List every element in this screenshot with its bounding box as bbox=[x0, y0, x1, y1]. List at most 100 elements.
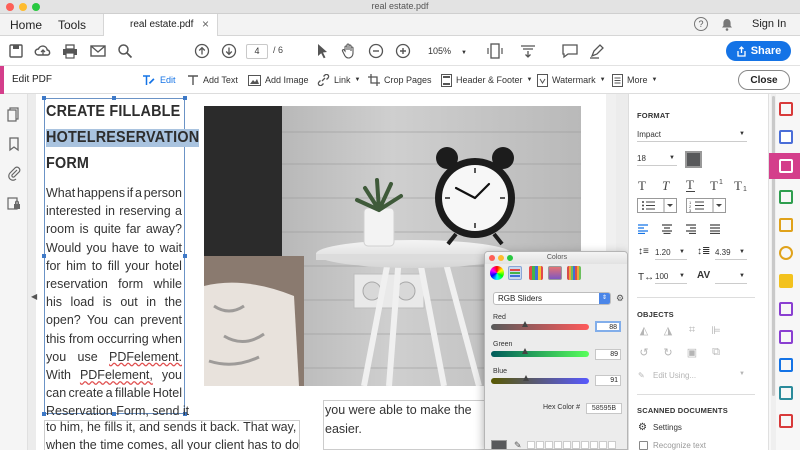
body-line[interactable]: this from occurring when bbox=[46, 332, 182, 346]
body-line[interactable]: his load is out in the bbox=[46, 295, 182, 309]
settings-link[interactable]: Settings bbox=[653, 423, 682, 432]
rotate-right-icon[interactable]: ↻ bbox=[661, 346, 675, 359]
sign-in-link[interactable]: Sign In bbox=[752, 18, 786, 30]
arrange-objects-icon[interactable]: ⧉ bbox=[709, 346, 723, 359]
select-cursor-icon[interactable] bbox=[312, 41, 332, 61]
resize-handle-r[interactable] bbox=[183, 254, 187, 258]
upload-cloud-icon[interactable] bbox=[33, 41, 53, 61]
bullet-list-dropdown[interactable] bbox=[637, 198, 677, 213]
paragraph-spacing-dropdown[interactable]: 4.39 ▼ bbox=[715, 246, 747, 260]
page-fit-icon[interactable] bbox=[485, 41, 505, 61]
zoom-level-dropdown[interactable]: 105% ▼ bbox=[428, 46, 467, 56]
pencils-mode-icon[interactable] bbox=[567, 266, 581, 280]
email-icon[interactable] bbox=[88, 41, 108, 61]
gear-icon[interactable]: ⚙ bbox=[616, 293, 624, 304]
saved-color-swatches[interactable] bbox=[527, 441, 616, 449]
font-family-dropdown[interactable]: Impact ▼ bbox=[637, 128, 747, 142]
bottom-line-1[interactable]: to him, he fills it, and sends it back. … bbox=[46, 420, 296, 434]
home-tab[interactable]: Home bbox=[10, 18, 42, 32]
crop-image-icon[interactable]: ⌗ bbox=[685, 324, 699, 337]
hex-color-input[interactable]: 58595B bbox=[586, 403, 622, 414]
character-spacing-dropdown[interactable]: ▼ bbox=[715, 270, 747, 284]
body-line[interactable]: room is quite far away? bbox=[46, 222, 182, 236]
signature-icon[interactable] bbox=[779, 330, 793, 344]
rail-scrollbar[interactable] bbox=[771, 94, 776, 450]
current-color-swatch[interactable] bbox=[491, 440, 507, 449]
sticky-note-icon[interactable] bbox=[779, 274, 793, 288]
rotate-left-icon[interactable]: ↺ bbox=[637, 346, 651, 359]
body-line[interactable]: open? You can prevent bbox=[46, 313, 182, 327]
align-objects-icon[interactable]: ⊫ bbox=[709, 324, 723, 337]
blue-slider-thumb[interactable] bbox=[522, 375, 529, 381]
bottom-line-2[interactable]: when the time comes, all your client has… bbox=[46, 438, 299, 450]
body-line[interactable]: for him to fill your hotel bbox=[46, 259, 182, 273]
body-line[interactable]: Would you have to wait bbox=[46, 241, 182, 255]
comment-tool-icon[interactable] bbox=[779, 218, 793, 232]
alignment-row[interactable] bbox=[638, 224, 750, 234]
body-line[interactable]: Reservation Form, send it bbox=[46, 404, 189, 418]
recognize-text-checkbox[interactable] bbox=[639, 441, 648, 450]
colors-close-dot[interactable] bbox=[489, 255, 495, 261]
red-slider[interactable] bbox=[491, 324, 589, 330]
collapse-left-panel-icon[interactable]: ◀ bbox=[31, 292, 37, 301]
replace-image-icon[interactable]: ▣ bbox=[685, 346, 699, 359]
add-text-button[interactable]: Add Text bbox=[187, 73, 238, 87]
numbered-list-dropdown[interactable]: 123 bbox=[686, 198, 726, 213]
line-spacing-dropdown[interactable]: 1.20 ▼ bbox=[655, 246, 687, 260]
edit-using-dropdown[interactable]: Edit Using... bbox=[653, 371, 696, 380]
blue-slider[interactable] bbox=[491, 378, 589, 384]
green-slider[interactable] bbox=[491, 351, 589, 357]
heading-line-3[interactable]: FORM bbox=[46, 155, 89, 173]
help-icon[interactable]: ? bbox=[694, 17, 708, 31]
search-icon[interactable] bbox=[115, 41, 135, 61]
text-style-row[interactable]: T T T T1 T1 bbox=[638, 178, 750, 192]
print-icon[interactable] bbox=[60, 41, 80, 61]
document-tab[interactable]: real estate.pdf × bbox=[103, 14, 218, 36]
comment-icon[interactable] bbox=[560, 41, 580, 61]
body-line[interactable]: interested in reserving a bbox=[46, 204, 182, 218]
body-line[interactable]: With PDFelement, you bbox=[46, 368, 182, 382]
layers-lock-icon[interactable] bbox=[6, 195, 22, 211]
save-icon[interactable] bbox=[6, 41, 26, 61]
green-slider-thumb[interactable] bbox=[522, 348, 529, 354]
export-pdf-icon[interactable] bbox=[779, 102, 793, 116]
next-page-icon[interactable] bbox=[219, 41, 239, 61]
body-line[interactable]: reservation form while bbox=[46, 277, 182, 291]
text-color-swatch[interactable] bbox=[685, 151, 702, 168]
resize-handle-tr[interactable] bbox=[183, 96, 187, 100]
protect-icon[interactable] bbox=[779, 358, 793, 372]
body-line[interactable]: you use PDFelement. bbox=[46, 350, 182, 364]
create-pdf-icon[interactable] bbox=[779, 190, 793, 204]
highlight-pen-icon[interactable] bbox=[587, 41, 607, 61]
bell-icon[interactable] bbox=[721, 18, 733, 31]
heading-line-1[interactable]: CREATE FILLABLE bbox=[46, 103, 180, 121]
link-button[interactable]: Link ▼ bbox=[317, 73, 360, 87]
zoom-out-icon[interactable] bbox=[366, 41, 386, 61]
color-palettes-mode-icon[interactable] bbox=[529, 266, 543, 280]
close-edit-button[interactable]: Close bbox=[738, 70, 790, 90]
resize-handle-l[interactable] bbox=[42, 254, 46, 258]
previous-page-icon[interactable] bbox=[192, 41, 212, 61]
colors-zoom-dot[interactable] bbox=[507, 255, 513, 261]
right-col-line-2[interactable]: easier. bbox=[325, 422, 362, 436]
attachment-icon[interactable] bbox=[6, 165, 22, 181]
right-col-line-1[interactable]: you were able to make the bbox=[325, 403, 472, 417]
green-value-input[interactable]: 89 bbox=[595, 349, 621, 360]
more-button[interactable]: More ▼ bbox=[612, 73, 657, 87]
combine-files-icon[interactable] bbox=[779, 130, 793, 144]
edit-tool-button[interactable]: Edit bbox=[142, 73, 176, 87]
flip-horizontal-icon[interactable]: ◮ bbox=[661, 324, 675, 337]
color-model-select[interactable]: RGB Sliders ⇕ bbox=[493, 292, 611, 305]
eyedropper-icon[interactable]: ✎ bbox=[514, 440, 522, 449]
heading-line-2-selected[interactable]: HOTELRESERVATION bbox=[46, 129, 200, 147]
hand-tool-icon[interactable] bbox=[339, 41, 359, 61]
add-image-button[interactable]: Add Image bbox=[248, 73, 309, 87]
crop-pages-button[interactable]: Crop Pages bbox=[368, 73, 432, 87]
header-footer-button[interactable]: Header & Footer ▼ bbox=[441, 73, 533, 87]
blue-value-input[interactable]: 91 bbox=[595, 375, 621, 386]
character-scale-dropdown[interactable]: 100 ▼ bbox=[655, 270, 687, 284]
red-slider-thumb[interactable] bbox=[521, 321, 528, 327]
color-wheel-mode-icon[interactable] bbox=[490, 266, 504, 280]
color-sliders-mode-icon[interactable] bbox=[508, 266, 522, 280]
page-thumbnails-icon[interactable] bbox=[6, 106, 22, 122]
